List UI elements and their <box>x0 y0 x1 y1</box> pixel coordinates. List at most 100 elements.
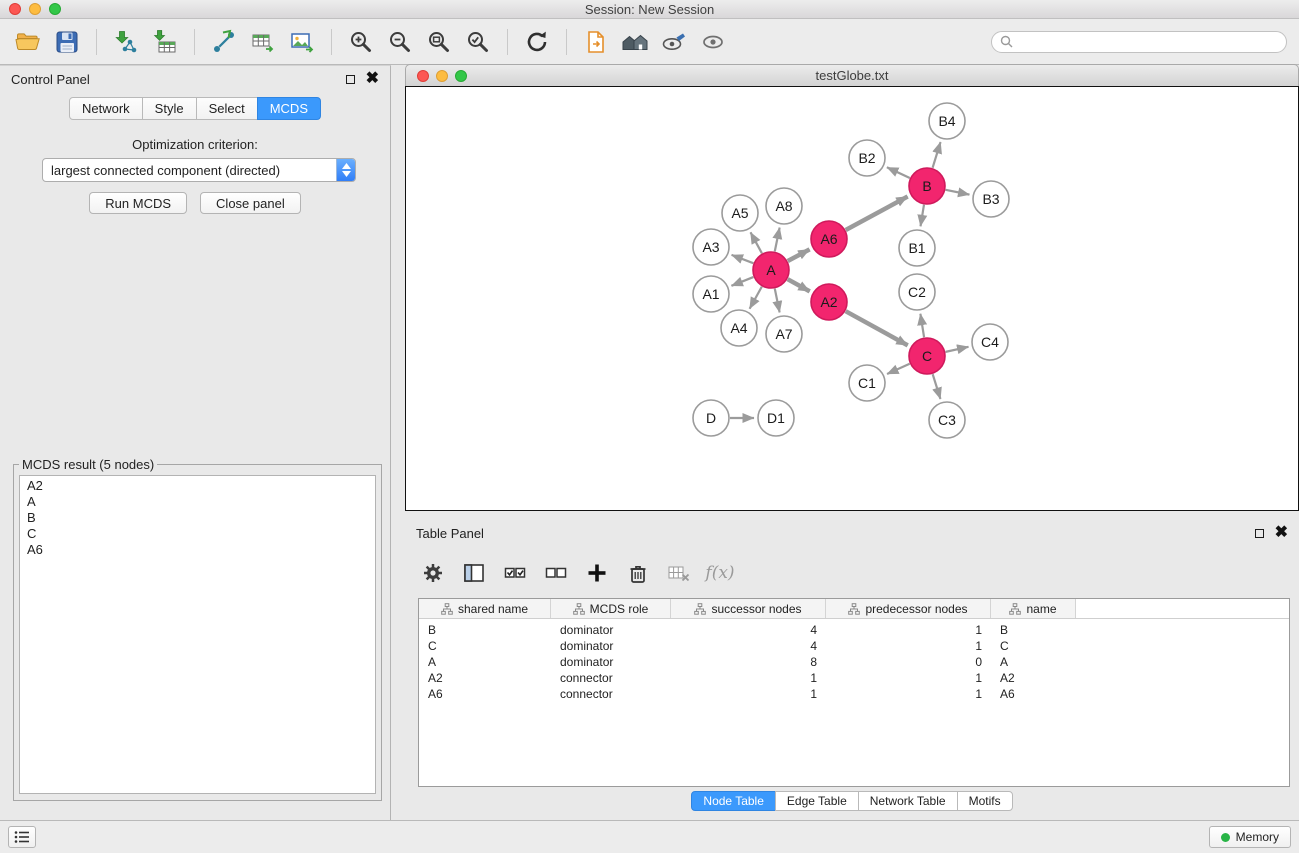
mcds-result-list[interactable]: A2ABCA6 <box>19 475 376 794</box>
graph-node-B4[interactable]: B4 <box>929 103 965 139</box>
graph-edge-B-B4[interactable] <box>933 142 941 168</box>
float-table-panel-icon[interactable] <box>1255 529 1264 538</box>
deselect-all-button[interactable] <box>544 561 568 585</box>
graph-edge-C-C4[interactable] <box>946 347 969 352</box>
hide-graphics-details-button[interactable] <box>695 24 731 60</box>
graph-edge-A-A3[interactable] <box>732 255 754 263</box>
delete-column-button[interactable] <box>626 561 650 585</box>
graph-edge-A6-B[interactable] <box>846 196 908 229</box>
task-history-button[interactable] <box>8 826 36 848</box>
column-header-shared-name[interactable]: shared name <box>419 599 551 618</box>
zoom-fit-button[interactable] <box>421 24 457 60</box>
tab-style[interactable]: Style <box>142 97 197 120</box>
graph-node-B2[interactable]: B2 <box>849 140 885 176</box>
graph-node-A8[interactable]: A8 <box>766 188 802 224</box>
mcds-result-item[interactable]: B <box>27 510 368 526</box>
run-mcds-button[interactable]: Run MCDS <box>89 192 187 214</box>
graph-node-A3[interactable]: A3 <box>693 229 729 265</box>
add-column-button[interactable] <box>585 561 609 585</box>
search-box[interactable] <box>991 31 1287 53</box>
graph-node-A5[interactable]: A5 <box>722 195 758 231</box>
graph-node-A6[interactable]: A6 <box>811 221 847 257</box>
close-table-panel-icon[interactable]: ✖ <box>1275 527 1288 539</box>
zoom-network-window-button[interactable] <box>455 70 467 82</box>
table-row[interactable]: Adominator80A <box>419 654 1289 670</box>
graph-node-C[interactable]: C <box>909 338 945 374</box>
graph-node-A4[interactable]: A4 <box>721 310 757 346</box>
graph-edge-B-B1[interactable] <box>921 205 924 227</box>
graph-node-B1[interactable]: B1 <box>899 230 935 266</box>
graph-edge-B-B3[interactable] <box>946 190 970 195</box>
network-canvas[interactable]: B4B2BB3A8A5A6A3B1AC2A1A2A4A7C4CC1DD1C3 <box>405 86 1299 511</box>
graph-node-A7[interactable]: A7 <box>766 316 802 352</box>
graph-node-A2[interactable]: A2 <box>811 284 847 320</box>
open-file-button[interactable] <box>10 24 46 60</box>
zoom-window-button[interactable] <box>49 3 61 15</box>
graph-edge-A-A5[interactable] <box>751 232 762 253</box>
minimize-network-window-button[interactable] <box>436 70 448 82</box>
graph-node-C1[interactable]: C1 <box>849 365 885 401</box>
column-header-name[interactable]: name <box>991 599 1076 618</box>
tab-edge-table[interactable]: Edge Table <box>775 791 859 811</box>
column-header-mcds-role[interactable]: MCDS role <box>551 599 671 618</box>
table-row[interactable]: A2connector11A2 <box>419 670 1289 686</box>
mcds-result-item[interactable]: A2 <box>27 478 368 494</box>
graph-node-D1[interactable]: D1 <box>758 400 794 436</box>
import-network-button[interactable] <box>108 24 144 60</box>
graph-edge-A-A4[interactable] <box>750 287 762 309</box>
import-table-button[interactable] <box>147 24 183 60</box>
close-panel-icon[interactable]: ✖ <box>366 73 379 85</box>
show-graphics-details-button[interactable] <box>656 24 692 60</box>
graph-edge-A2-C[interactable] <box>846 311 908 345</box>
tab-motifs[interactable]: Motifs <box>957 791 1013 811</box>
cybrowser-home-button[interactable] <box>617 24 653 60</box>
select-all-button[interactable] <box>503 561 527 585</box>
zoom-out-button[interactable] <box>382 24 418 60</box>
show-column-button[interactable] <box>462 561 486 585</box>
graph-node-A1[interactable]: A1 <box>693 276 729 312</box>
tab-network[interactable]: Network <box>69 97 143 120</box>
minimize-window-button[interactable] <box>29 3 41 15</box>
table-row[interactable]: Cdominator41C <box>419 638 1289 654</box>
graph-edge-C-C3[interactable] <box>933 374 941 399</box>
mcds-result-item[interactable]: A <box>27 494 368 510</box>
graph-edge-A-A8[interactable] <box>775 228 780 252</box>
close-panel-button[interactable]: Close panel <box>200 192 301 214</box>
mcds-result-item[interactable]: A6 <box>27 542 368 558</box>
save-session-button[interactable] <box>49 24 85 60</box>
column-header-predecessor-nodes[interactable]: predecessor nodes <box>826 599 991 618</box>
apply-layout-button[interactable] <box>519 24 555 60</box>
tab-network-table[interactable]: Network Table <box>858 791 958 811</box>
zoom-selected-button[interactable] <box>460 24 496 60</box>
export-network-button[interactable] <box>206 24 242 60</box>
graph-edge-A-A7[interactable] <box>775 289 780 313</box>
table-row[interactable]: Bdominator41B <box>419 622 1289 638</box>
mcds-result-item[interactable]: C <box>27 526 368 542</box>
graph-node-D[interactable]: D <box>693 400 729 436</box>
graph-node-C3[interactable]: C3 <box>929 402 965 438</box>
graph-edge-A-A6[interactable] <box>788 249 810 261</box>
graph-edge-A-A2[interactable] <box>788 279 810 291</box>
close-network-window-button[interactable] <box>417 70 429 82</box>
tab-select[interactable]: Select <box>196 97 258 120</box>
graph-edge-B-B2[interactable] <box>887 167 910 178</box>
close-window-button[interactable] <box>9 3 21 15</box>
float-panel-icon[interactable] <box>346 75 355 84</box>
function-builder-button[interactable]: f(x) <box>708 561 732 585</box>
search-input[interactable] <box>1017 35 1278 49</box>
table-settings-button[interactable] <box>421 561 445 585</box>
memory-button[interactable]: Memory <box>1209 826 1291 848</box>
export-image-button[interactable] <box>284 24 320 60</box>
graph-node-A[interactable]: A <box>753 252 789 288</box>
export-table-button[interactable] <box>245 24 281 60</box>
graph-node-B3[interactable]: B3 <box>973 181 1009 217</box>
optimization-criterion-select[interactable]: largest connected component (directed) <box>42 158 356 182</box>
graph-edge-A-A1[interactable] <box>731 277 753 286</box>
tab-node-table[interactable]: Node Table <box>691 791 776 811</box>
zoom-in-button[interactable] <box>343 24 379 60</box>
column-header-successor-nodes[interactable]: successor nodes <box>671 599 826 618</box>
export-to-web-button[interactable] <box>578 24 614 60</box>
graph-node-B[interactable]: B <box>909 168 945 204</box>
graph-node-C4[interactable]: C4 <box>972 324 1008 360</box>
tab-mcds[interactable]: MCDS <box>257 97 321 120</box>
